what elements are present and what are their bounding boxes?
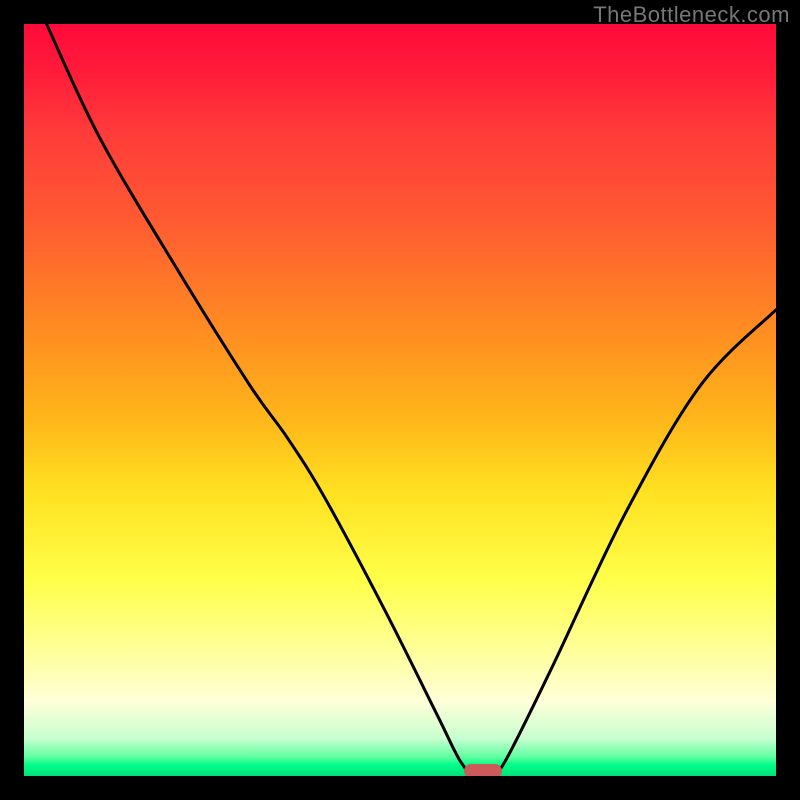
watermark-text: TheBottleneck.com xyxy=(593,2,790,28)
optimal-marker xyxy=(464,764,502,776)
plot-area xyxy=(24,24,776,776)
bottleneck-curve xyxy=(24,24,776,776)
chart-frame: TheBottleneck.com xyxy=(0,0,800,800)
